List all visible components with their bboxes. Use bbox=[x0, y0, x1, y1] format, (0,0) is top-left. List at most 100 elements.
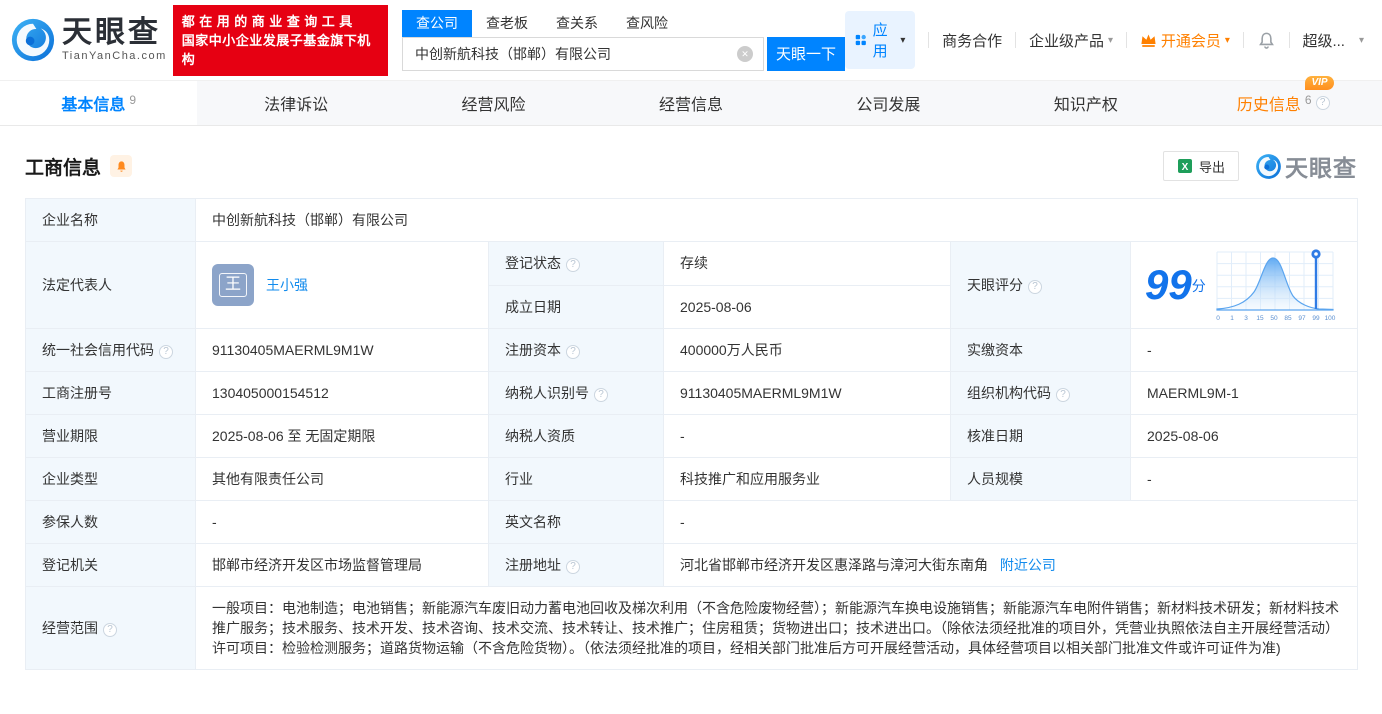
field-label: 英文名称 bbox=[488, 500, 664, 544]
nav-cooperation[interactable]: 商务合作 bbox=[942, 30, 1002, 51]
field-label: 法定代表人 bbox=[25, 241, 196, 329]
address-cell: 河北省邯郸市经济开发区惠泽路与漳河大街东南角 附近公司 bbox=[662, 543, 1359, 587]
excel-icon: X bbox=[1177, 159, 1192, 173]
monitor-bell-icon[interactable] bbox=[110, 155, 133, 177]
field-label: 企业名称 bbox=[25, 198, 196, 242]
search-tab-company[interactable]: 查公司 bbox=[402, 9, 473, 37]
help-icon[interactable]: ? bbox=[566, 258, 580, 273]
tab-intellectual-property[interactable]: 知识产权 bbox=[987, 81, 1184, 125]
legal-rep-avatar[interactable]: 王 bbox=[212, 264, 254, 306]
reg-capital-value: 400000万人民币 bbox=[663, 328, 951, 372]
tab-count: 6 bbox=[1304, 93, 1312, 107]
table-row: 法定代表人 王 王小强 登记状态? 存续 天眼评分 ? 99 分 0 1 3 1… bbox=[25, 241, 1359, 329]
help-icon[interactable]: ? bbox=[566, 560, 580, 574]
tianyancha-company-page: 天眼查 TianYanCha.com 都在用的商业查询工具 国家中小企业发展子基… bbox=[0, 0, 1382, 714]
table-row: 参保人数 - 英文名称 - bbox=[25, 500, 1359, 544]
tab-operation-risk[interactable]: 经营风险 bbox=[395, 81, 592, 125]
watermark-brand-text: 天眼查 bbox=[1285, 155, 1357, 181]
tab-basic-info[interactable]: 基本信息 9 bbox=[0, 81, 198, 125]
clear-search-icon[interactable]: ✕ bbox=[737, 45, 754, 62]
business-info-header: 工商信息 X 导出 天眼查 bbox=[25, 126, 1357, 198]
legal-rep-link[interactable]: 王小强 bbox=[266, 275, 308, 295]
table-row: 营业期限 2025-08-06 至 无固定期限 纳税人资质 - 核准日期 202… bbox=[25, 414, 1359, 458]
divider bbox=[1242, 32, 1244, 48]
nearby-companies-link[interactable]: 附近公司 bbox=[1000, 557, 1056, 573]
search-tab-boss[interactable]: 查老板 bbox=[472, 10, 542, 37]
search-button[interactable]: 天眼一下 bbox=[767, 36, 846, 71]
caret-down-icon: ▾ bbox=[1107, 34, 1114, 46]
promo-line-1: 都在用的商业查询工具 bbox=[181, 13, 357, 29]
help-icon[interactable]: ? bbox=[1028, 280, 1042, 294]
caret-down-icon: ▾ bbox=[1224, 34, 1230, 46]
caret-down-icon: ▾ bbox=[900, 34, 906, 46]
insured-count-value: - bbox=[195, 500, 489, 544]
brand-logo[interactable]: 天眼查 TianYanCha.com bbox=[10, 17, 167, 63]
svg-text:99: 99 bbox=[1312, 315, 1320, 322]
field-label: 企业类型 bbox=[25, 457, 196, 501]
establish-date-value: 2025-08-06 bbox=[663, 284, 951, 329]
company-section-tabs: 基本信息 9 法律诉讼 经营风险 经营信息 公司发展 知识产权 VIP 历史信息… bbox=[0, 76, 1382, 126]
search-tab-relation[interactable]: 查关系 bbox=[542, 10, 612, 37]
tab-history-info[interactable]: VIP 历史信息 6 ? bbox=[1185, 76, 1382, 125]
staff-size-value: - bbox=[1129, 457, 1359, 501]
tab-company-development[interactable]: 公司发展 bbox=[790, 81, 987, 125]
vip-badge: VIP bbox=[1305, 76, 1334, 90]
svg-text:15: 15 bbox=[1256, 315, 1264, 322]
main-content: 工商信息 X 导出 天眼查 企业名称 中创新航科技（邯郸）有限公司 法定代表人 … bbox=[0, 126, 1382, 670]
divider bbox=[1288, 32, 1290, 48]
nav-apps[interactable]: 应用 ▾ bbox=[845, 11, 916, 69]
promo-banner: 都在用的商业查询工具 国家中小企业发展子基金旗下机构 bbox=[172, 4, 389, 76]
search-tab-risk[interactable]: 查风险 bbox=[612, 10, 682, 37]
tab-legal-proceedings[interactable]: 法律诉讼 bbox=[197, 81, 394, 125]
score-unit: 分 bbox=[1191, 278, 1206, 294]
export-button[interactable]: X 导出 bbox=[1162, 151, 1239, 181]
industry-value: 科技推广和应用服务业 bbox=[663, 457, 951, 501]
watermark-logo: 天眼查 bbox=[1255, 149, 1357, 183]
search-block: 查公司 查老板 查关系 查风险 ✕ 天眼一下 bbox=[402, 9, 846, 71]
help-icon[interactable]: ? bbox=[1315, 96, 1330, 110]
help-icon[interactable]: ? bbox=[594, 388, 608, 402]
table-row: 工商注册号 130405000154512 纳税人识别号? 91130405MA… bbox=[25, 371, 1359, 415]
svg-text:100: 100 bbox=[1324, 315, 1335, 322]
business-info-table: 企业名称 中创新航科技（邯郸）有限公司 法定代表人 王 王小强 登记状态 ? 存… bbox=[25, 198, 1359, 670]
legal-rep-cell: 王 王小强 bbox=[195, 241, 489, 329]
business-term-value: 2025-08-06 至 无固定期限 bbox=[195, 414, 489, 458]
divider bbox=[1015, 32, 1016, 48]
apps-grid-icon bbox=[855, 34, 866, 46]
nav-open-vip[interactable]: 开通会员 ▾ bbox=[1140, 30, 1230, 51]
help-icon[interactable]: ? bbox=[1056, 388, 1070, 402]
credit-code-value: 91130405MAERML9M1W bbox=[195, 328, 489, 372]
field-label: 组织机构代码? bbox=[950, 371, 1131, 415]
field-label: 实缴资本 bbox=[950, 328, 1131, 372]
org-code-value: MAERML9M-1 bbox=[1129, 371, 1359, 415]
reg-status-value: 存续 bbox=[663, 241, 951, 286]
help-icon[interactable]: ? bbox=[159, 345, 173, 359]
field-label: 纳税人资质 bbox=[488, 414, 664, 458]
field-label: 纳税人识别号? bbox=[488, 371, 664, 415]
svg-text:85: 85 bbox=[1284, 315, 1292, 322]
business-scope-value: 一般项目：电池制造；电池销售；新能源汽车废旧动力蓄电池回收及梯次利用（不含危险废… bbox=[194, 586, 1359, 670]
score-distribution-chart: 0 1 3 15 50 85 97 99 100 bbox=[1216, 249, 1336, 322]
field-label: 注册资本? bbox=[488, 328, 664, 372]
nav-enterprise-products[interactable]: 企业级产品 ▾ bbox=[1029, 30, 1113, 51]
search-input[interactable] bbox=[403, 37, 764, 70]
crown-icon bbox=[1141, 33, 1156, 47]
table-row: 经营范围? 一般项目：电池制造；电池销售；新能源汽车废旧动力蓄电池回收及梯次利用… bbox=[25, 586, 1359, 670]
approval-date-value: 2025-08-06 bbox=[1129, 414, 1359, 458]
field-label: 天眼评分? bbox=[950, 241, 1131, 329]
help-icon[interactable]: ? bbox=[566, 345, 580, 359]
help-icon[interactable]: ? bbox=[103, 623, 117, 637]
notification-bell-icon[interactable] bbox=[1257, 31, 1276, 50]
field-label: 统一社会信用代码? bbox=[25, 328, 196, 372]
top-header: 天眼查 TianYanCha.com 都在用的商业查询工具 国家中小企业发展子基… bbox=[0, 0, 1382, 80]
field-label: 行业 bbox=[488, 457, 664, 501]
section-title: 工商信息 bbox=[25, 157, 102, 179]
divider bbox=[1126, 32, 1127, 48]
field-label: 工商注册号 bbox=[25, 371, 196, 415]
svg-text:X: X bbox=[1182, 162, 1189, 173]
score-value: 99 bbox=[1145, 261, 1192, 308]
svg-text:50: 50 bbox=[1270, 315, 1278, 322]
nav-account[interactable]: 超级... ▾ bbox=[1302, 30, 1364, 51]
tab-operation-info[interactable]: 经营信息 bbox=[592, 81, 789, 125]
field-label: 经营范围? bbox=[25, 586, 196, 670]
